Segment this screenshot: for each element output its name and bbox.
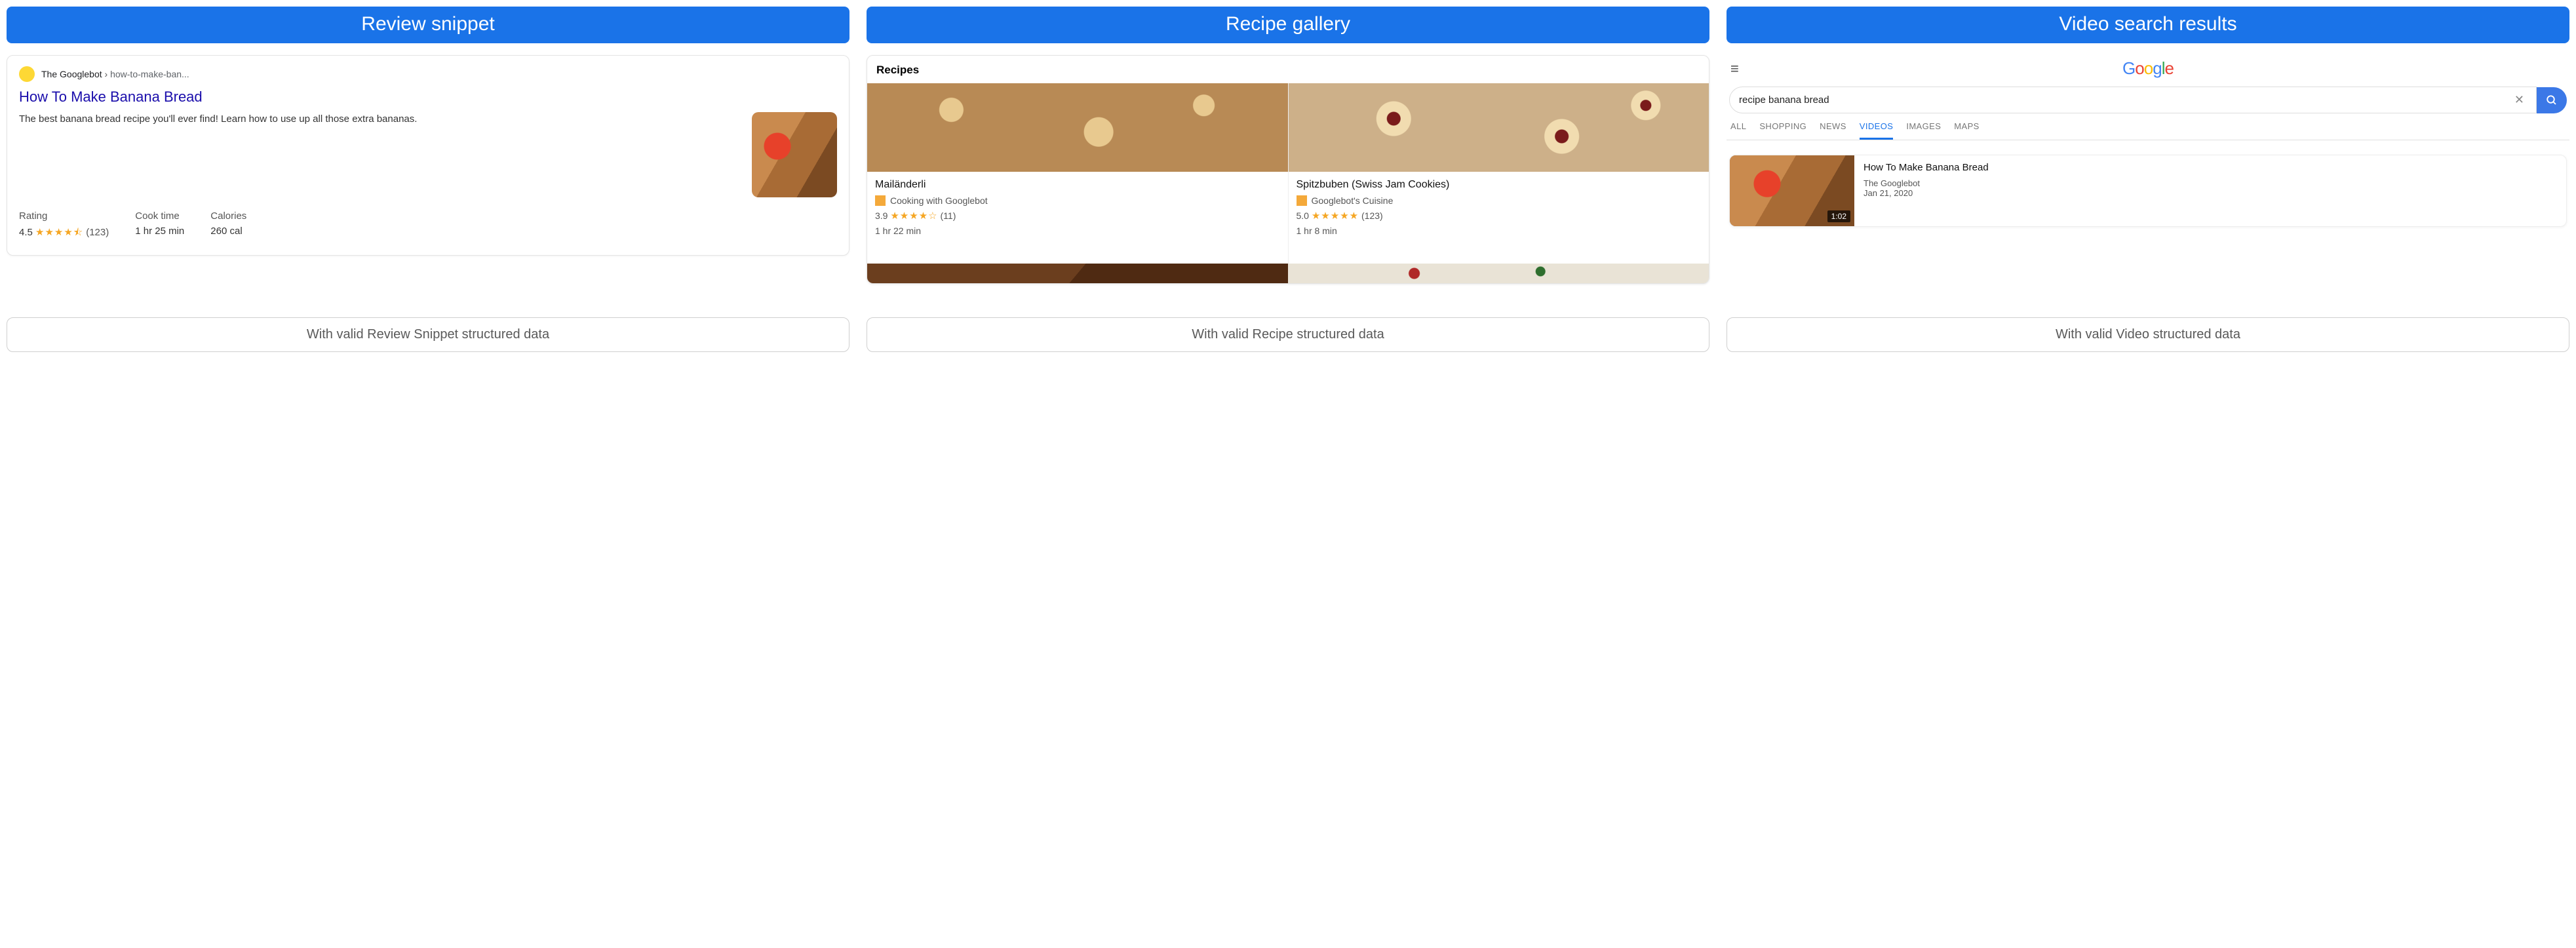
meta-cal-value: 260 cal: [210, 226, 246, 237]
tab-maps[interactable]: MAPS: [1954, 121, 1979, 140]
tab-images[interactable]: IMAGES: [1906, 121, 1941, 140]
recipe-item[interactable]: Spitzbuben (Swiss Jam Cookies) Googlebot…: [1289, 83, 1709, 264]
hamburger-menu-icon[interactable]: ≡: [1730, 60, 1739, 77]
recipe-item[interactable]: Mailänderli Cooking with Googlebot 3.9 ★…: [867, 83, 1289, 264]
column-footer: With valid Review Snippet structured dat…: [7, 317, 849, 352]
gallery-next-row-peek: [867, 264, 1709, 283]
search-tabs: ALL SHOPPING NEWS VIDEOS IMAGES MAPS: [1727, 117, 2569, 140]
column-footer: With valid Recipe structured data: [867, 317, 1709, 352]
recipe-rating-count: (11): [941, 210, 956, 221]
result-title-link[interactable]: How To Make Banana Bread: [19, 89, 203, 106]
recipe-image: [1289, 83, 1709, 172]
column-recipe-gallery: Recipe gallery Recipes Mailänderli Cooki…: [867, 7, 1709, 352]
google-logo: Google: [2122, 58, 2174, 79]
recipe-name: Spitzbuben (Swiss Jam Cookies): [1297, 178, 1702, 191]
recipe-time: 1 hr 22 min: [875, 226, 1280, 236]
column-review-snippet: Review snippet The Googlebot › how-to-ma…: [7, 7, 849, 352]
star-icon: ★★★★★: [1312, 210, 1359, 222]
meta-cook-label: Cook time: [135, 210, 184, 222]
column-video-search: Video search results ≡ Google ✕: [1727, 7, 2569, 352]
tab-videos[interactable]: VIDEOS: [1860, 121, 1894, 140]
result-meta-row: Rating 4.5 ★★★★⯪ (123) Cook time 1 hr 25…: [19, 210, 837, 242]
video-result-card[interactable]: 1:02 How To Make Banana Bread The Google…: [1729, 155, 2567, 227]
result-thumbnail: [752, 112, 837, 197]
recipe-rating: 5.0 ★★★★★ (123): [1297, 210, 1702, 222]
site-favicon: [19, 66, 35, 82]
recipe-rating-value: 5.0: [1297, 210, 1309, 221]
meta-rating-value: 4.5: [19, 227, 33, 238]
meta-cal-label: Calories: [210, 210, 246, 222]
recipe-gallery-card: Recipes Mailänderli Cooking with Googleb…: [867, 55, 1709, 284]
star-icon: ★★★★⯪: [35, 227, 83, 238]
breadcrumb-site: The Googlebot: [41, 69, 102, 79]
meta-rating-label: Rating: [19, 210, 109, 222]
video-thumbnail: 1:02: [1730, 155, 1854, 226]
meta-rating-count: (123): [86, 227, 109, 238]
recipe-rating: 3.9 ★★★★☆ (11): [875, 210, 1280, 222]
gallery-heading: Recipes: [867, 56, 1709, 83]
recipe-rating-value: 3.9: [875, 210, 888, 221]
search-icon: [2546, 94, 2558, 106]
column-header: Review snippet: [7, 7, 849, 43]
meta-rating: Rating 4.5 ★★★★⯪ (123): [19, 210, 109, 242]
three-column-layout: Review snippet The Googlebot › how-to-ma…: [7, 7, 2569, 352]
search-input-wrap[interactable]: ✕: [1729, 87, 2537, 113]
google-search-ui: ≡ Google ✕: [1727, 55, 2569, 227]
column-footer: With valid Video structured data: [1727, 317, 2569, 352]
breadcrumb-separator: ›: [102, 69, 110, 79]
recipe-rating-count: (123): [1361, 210, 1383, 221]
recipe-name: Mailänderli: [875, 178, 1280, 191]
tab-all[interactable]: ALL: [1730, 121, 1746, 140]
recipe-source: Cooking with Googlebot: [875, 195, 1280, 206]
clear-icon[interactable]: ✕: [2512, 93, 2527, 107]
meta-cook-time: Cook time 1 hr 25 min: [135, 210, 184, 242]
source-icon: [875, 195, 886, 206]
recipe-source-text: Googlebot's Cuisine: [1312, 195, 1394, 206]
tab-news[interactable]: NEWS: [1820, 121, 1846, 140]
breadcrumb-path: how-to-make-ban...: [110, 69, 189, 79]
video-source: The Googlebot: [1864, 178, 1989, 188]
meta-calories: Calories 260 cal: [210, 210, 246, 242]
meta-cook-value: 1 hr 25 min: [135, 226, 184, 237]
search-input[interactable]: [1739, 94, 2512, 106]
video-duration-badge: 1:02: [1827, 210, 1850, 222]
column-header: Video search results: [1727, 7, 2569, 43]
recipe-source: Googlebot's Cuisine: [1297, 195, 1702, 206]
video-date: Jan 21, 2020: [1864, 188, 1989, 198]
search-button[interactable]: [2537, 87, 2567, 113]
breadcrumb: The Googlebot › how-to-make-ban...: [41, 69, 189, 79]
result-description: The best banana bread recipe you'll ever…: [19, 112, 743, 126]
source-icon: [1297, 195, 1307, 206]
recipe-image: [867, 83, 1288, 172]
video-title: How To Make Banana Bread: [1864, 162, 1989, 173]
review-snippet-card[interactable]: The Googlebot › how-to-make-ban... How T…: [7, 55, 849, 256]
recipe-source-text: Cooking with Googlebot: [890, 195, 988, 206]
star-icon: ★★★★☆: [890, 210, 937, 222]
recipe-time: 1 hr 8 min: [1297, 226, 1702, 236]
column-header: Recipe gallery: [867, 7, 1709, 43]
tab-shopping[interactable]: SHOPPING: [1759, 121, 1806, 140]
